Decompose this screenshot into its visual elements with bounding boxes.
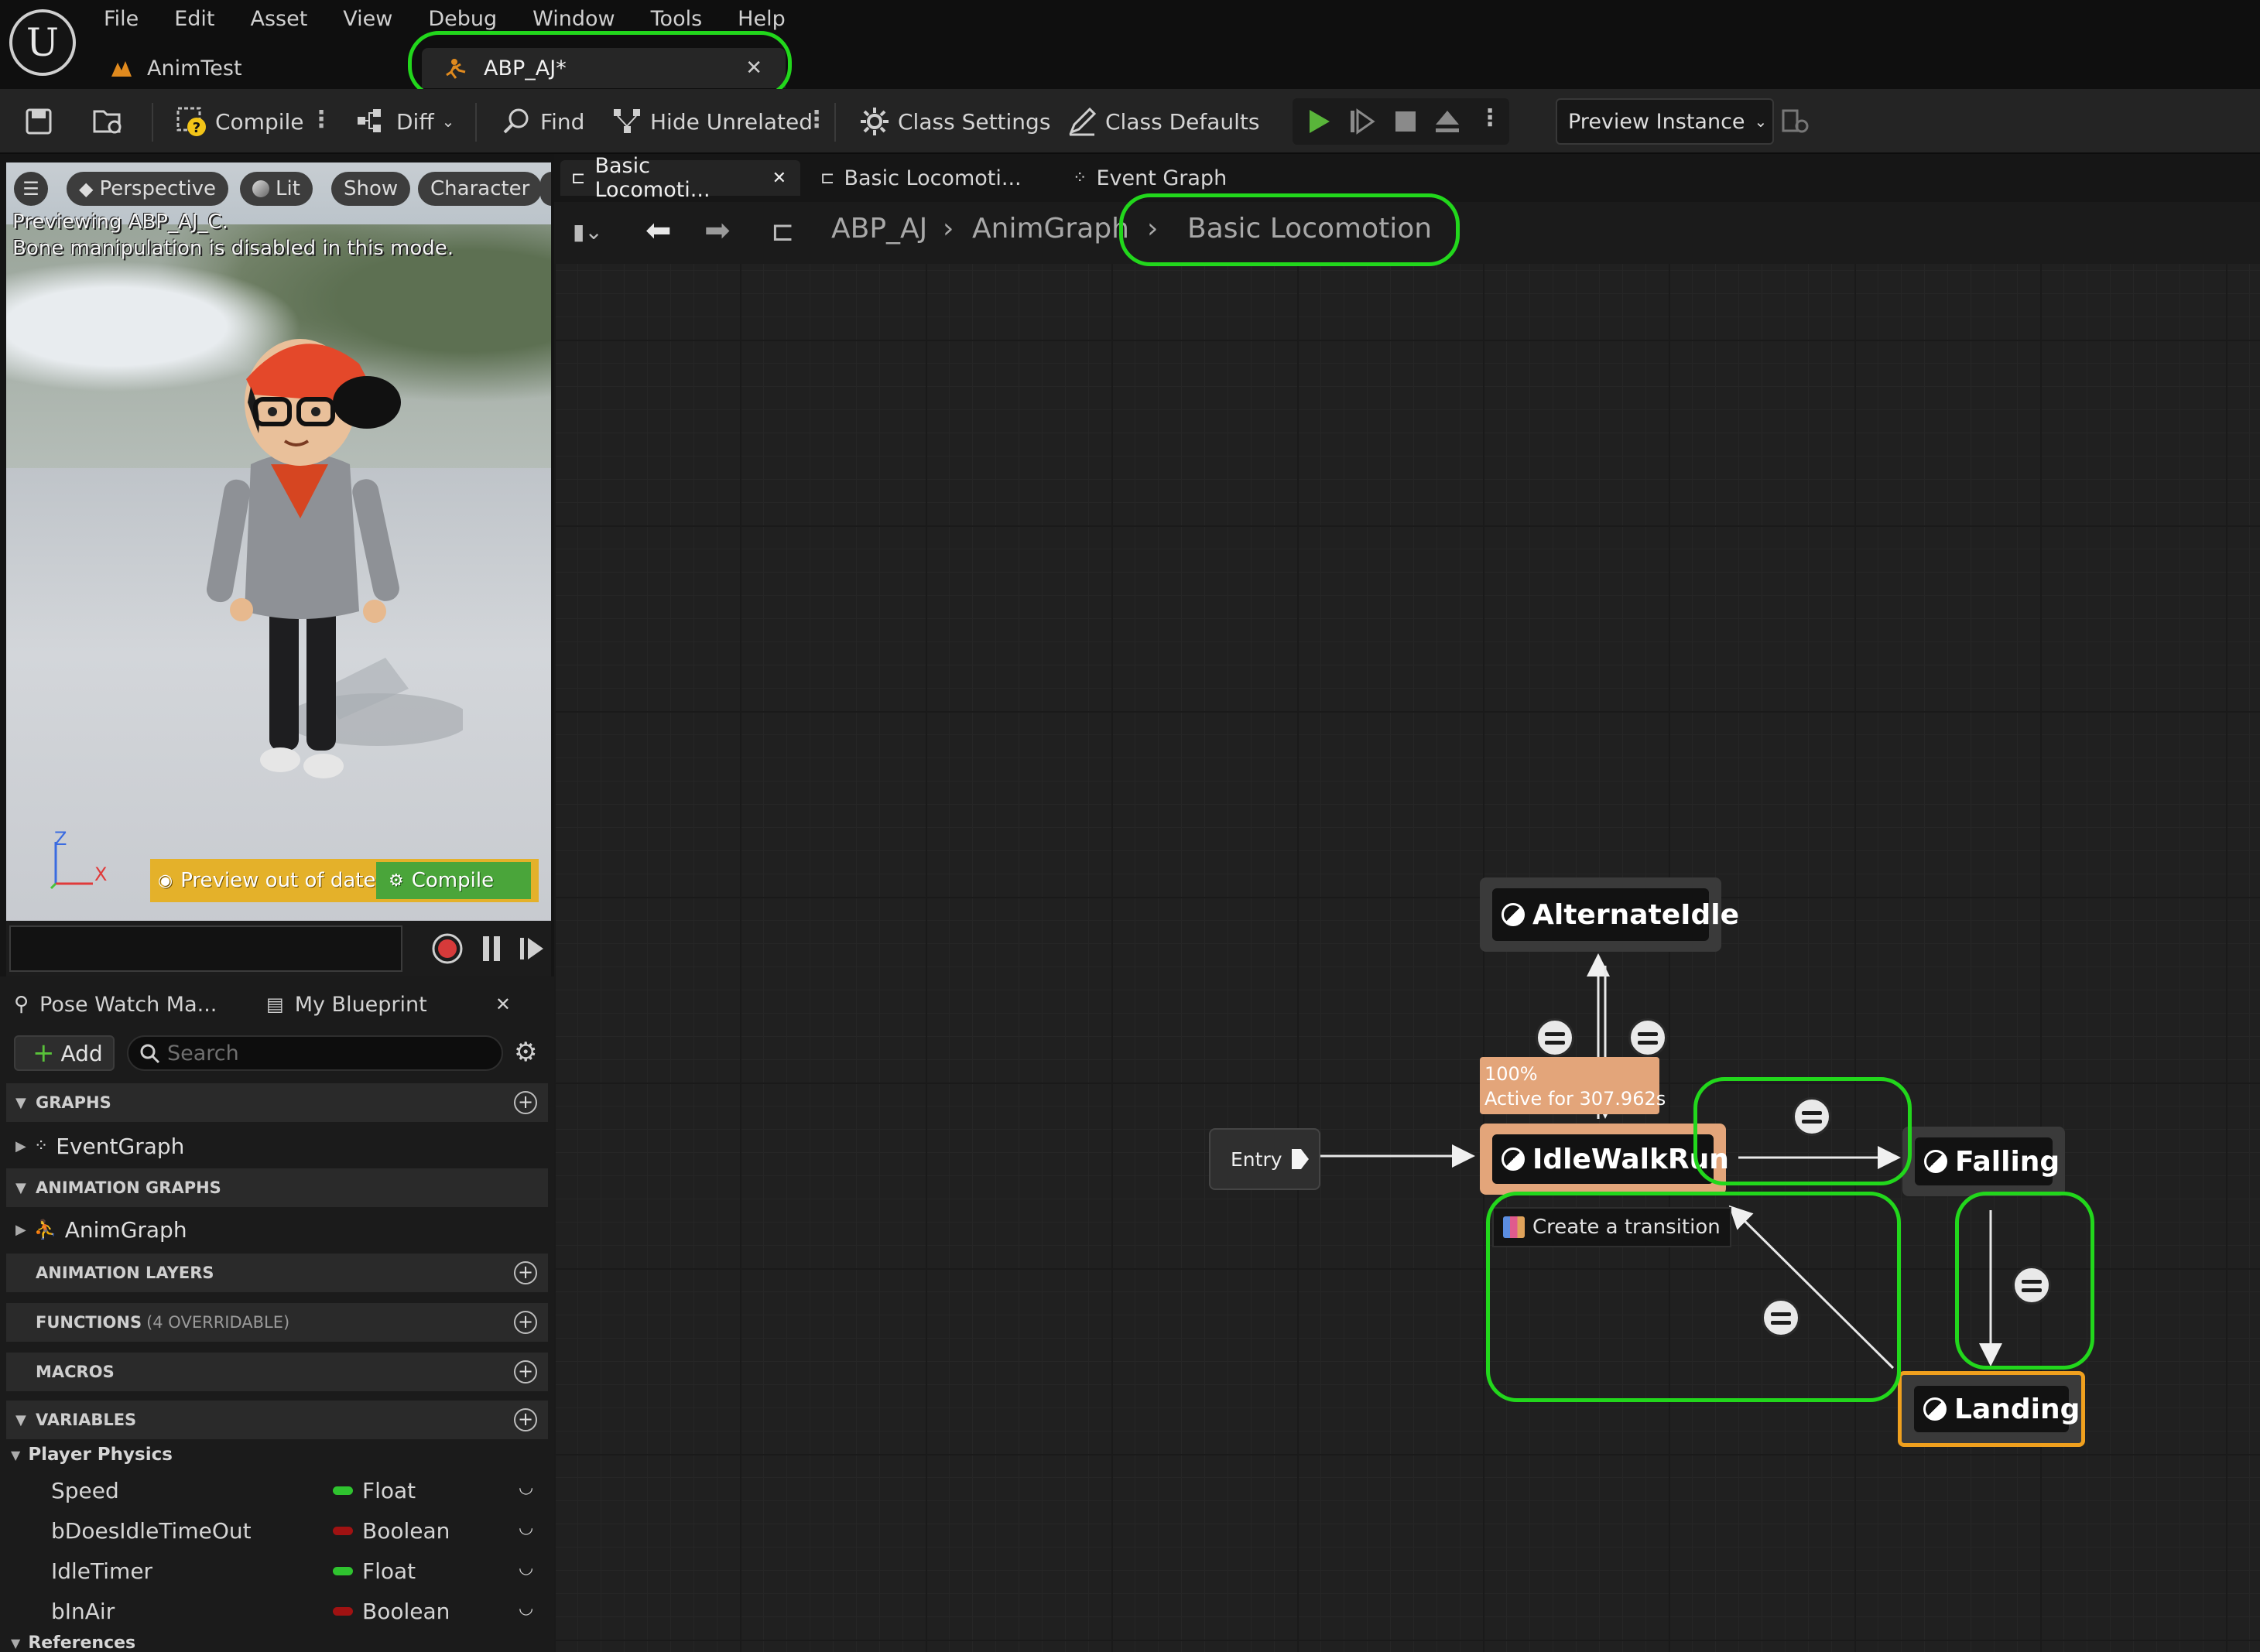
state-icon bbox=[1923, 1397, 1947, 1421]
active-percent: 100% bbox=[1484, 1063, 1538, 1085]
entry-label: Entry bbox=[1231, 1148, 1282, 1171]
state-icon bbox=[1502, 1148, 1525, 1171]
state-node-falling[interactable]: Falling bbox=[1902, 1127, 2065, 1196]
state-node-body: Falling bbox=[1915, 1137, 2060, 1185]
state-node-body: Landing bbox=[1914, 1386, 2080, 1432]
state-icon bbox=[1502, 903, 1525, 926]
active-time: Active for 307.962s bbox=[1484, 1088, 1666, 1110]
state-node-idle-walk-run[interactable]: IdleWalkRun bbox=[1480, 1124, 1729, 1195]
state-icon bbox=[1924, 1150, 1947, 1173]
highlight-transition-landing-to-idle bbox=[1486, 1192, 1901, 1402]
state-name: AlternateIdle bbox=[1532, 898, 1740, 931]
active-state-overlay: 100% Active for 307.962s bbox=[1480, 1057, 1666, 1114]
state-node-alternate-idle[interactable]: AlternateIdle bbox=[1480, 877, 1739, 952]
state-node-body: IdleWalkRun bbox=[1492, 1134, 1729, 1184]
state-name: Landing bbox=[1954, 1393, 2080, 1425]
state-node-landing[interactable]: Landing bbox=[1898, 1371, 2085, 1447]
transition-rule-icon[interactable] bbox=[1536, 1018, 1574, 1057]
highlight-transition-to-landing bbox=[1955, 1192, 2094, 1370]
state-name: Falling bbox=[1955, 1145, 2060, 1178]
transition-rule-icon[interactable] bbox=[1628, 1018, 1667, 1057]
highlight-transition-to-falling bbox=[1693, 1077, 1912, 1185]
state-node-body: AlternateIdle bbox=[1492, 888, 1739, 941]
entry-node[interactable]: Entry bbox=[1209, 1128, 1320, 1190]
exec-pin-icon[interactable] bbox=[1290, 1148, 1310, 1171]
